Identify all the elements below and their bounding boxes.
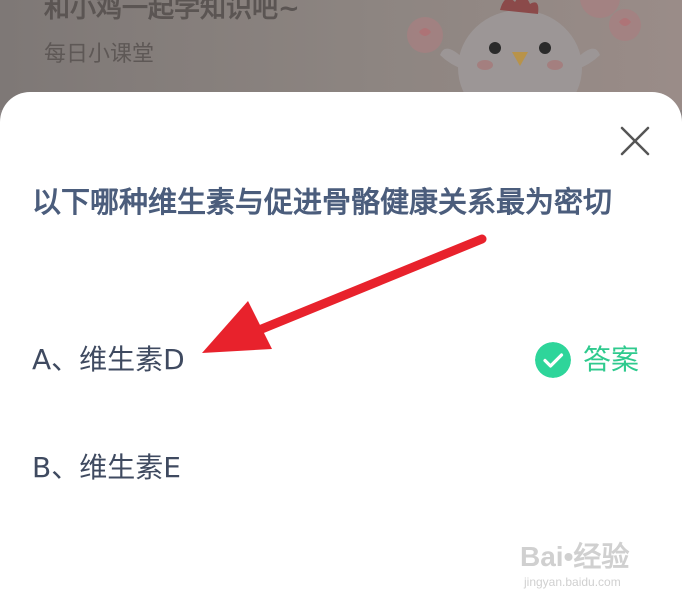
question-text: 以下哪种维生素与促进骨骼健康关系最为密切 [32, 185, 613, 219]
banner-subtitle: 每日小课堂 [44, 42, 155, 67]
watermark: Bai•经验 jingyan.baidu.com [520, 535, 670, 600]
watermark-url: jingyan.baidu.com [524, 575, 621, 589]
option-b[interactable]: B、维生素E [32, 448, 652, 488]
watermark-logo: Bai•经验 [520, 541, 630, 572]
answer-label: 答案 [583, 343, 640, 376]
close-icon[interactable] [618, 124, 652, 158]
answer-indicator: 答案 [535, 340, 639, 380]
check-circle-icon [535, 342, 571, 378]
banner-title: 和小鸡一起学知识吧~ [44, 0, 300, 24]
